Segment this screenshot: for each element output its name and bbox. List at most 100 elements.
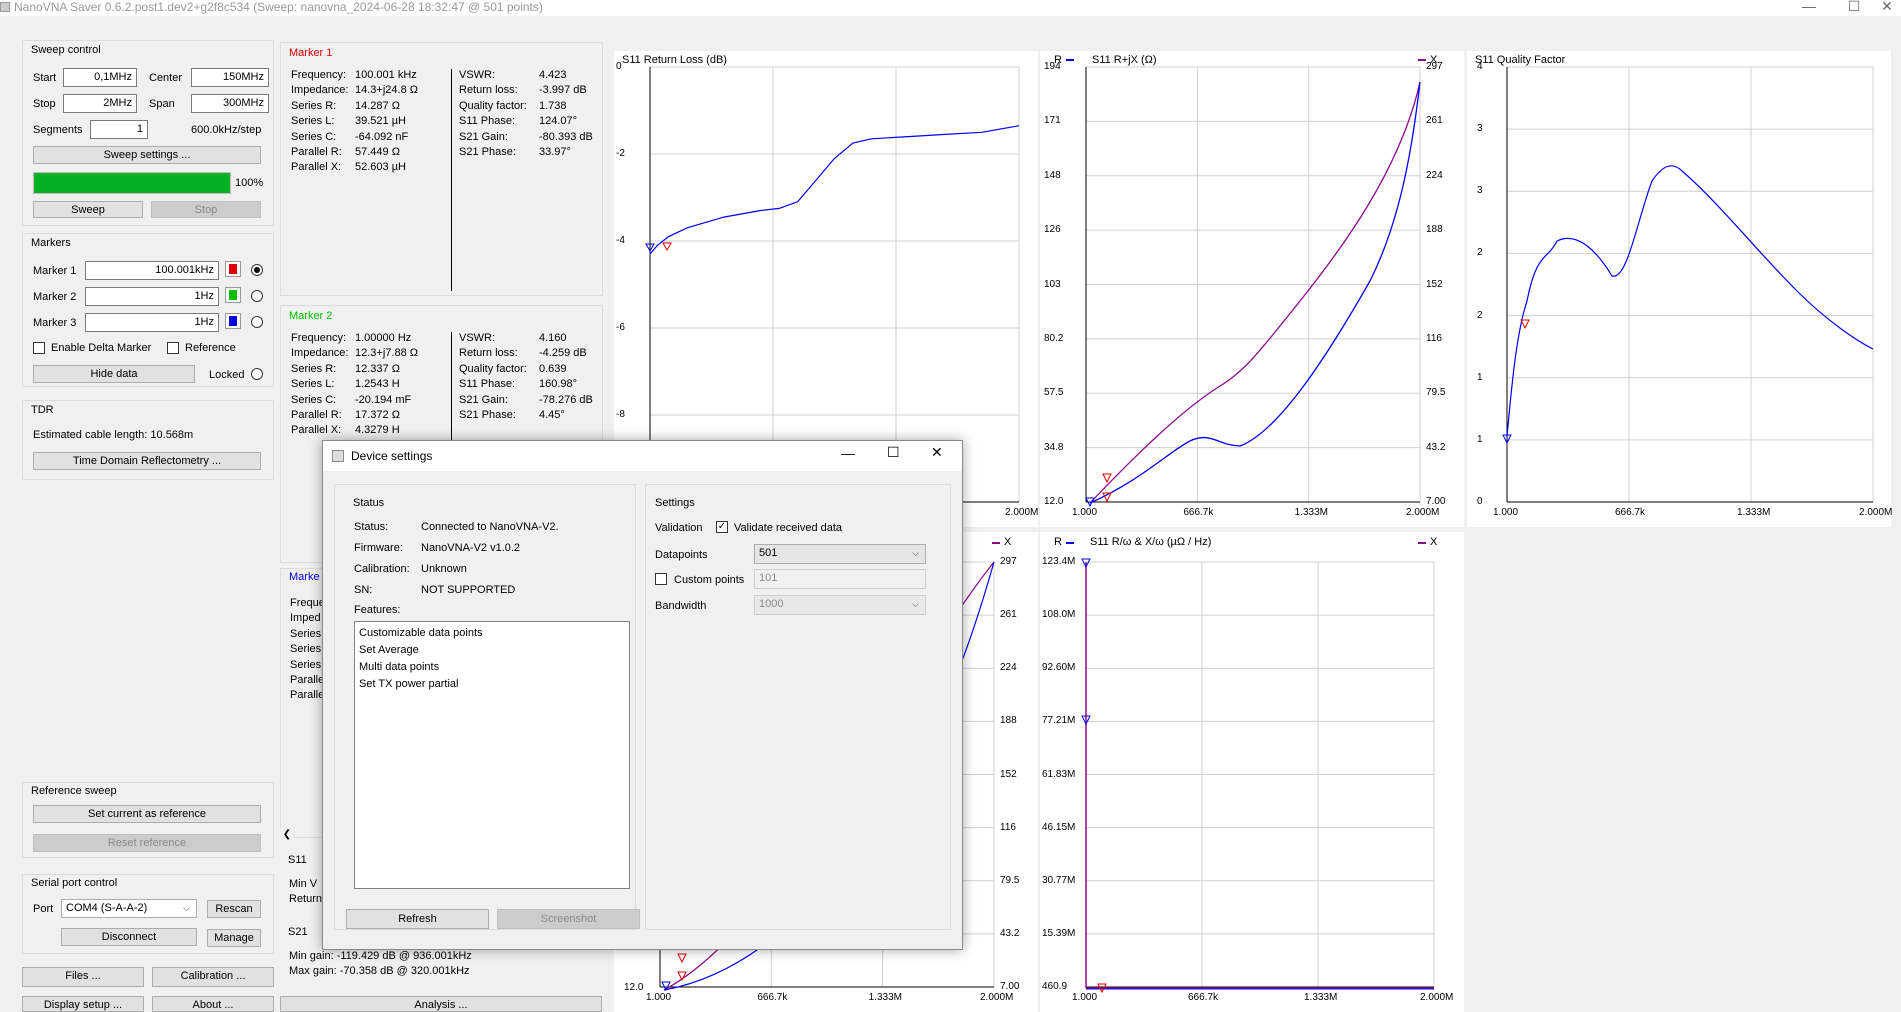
sweep-button[interactable]: Sweep [33, 201, 143, 218]
y-tick-label: 1 [1477, 371, 1483, 383]
bandwidth-value: 1000 [759, 598, 784, 610]
calibration-button[interactable]: Calibration ... [152, 967, 274, 987]
marker-2-field-label: Return loss: [459, 347, 518, 360]
marker-2-field-label: Frequency: [291, 332, 347, 344]
manage-button[interactable]: Manage [207, 929, 261, 947]
marker-1-field-value: 124.07° [539, 115, 578, 128]
custom-points-input[interactable]: 101 [754, 569, 926, 589]
feature-item[interactable]: Multi data points [359, 659, 625, 676]
tdr-button[interactable]: Time Domain Reflectometry ... [33, 452, 261, 470]
markers-group: Markers Marker 1 100.001kHz Marker 2 1Hz… [22, 233, 274, 387]
marker-1-divider [451, 69, 452, 291]
rjx-x-legend-line [1418, 59, 1426, 61]
analysis-button[interactable]: Analysis ... [280, 996, 602, 1012]
custom-points-checkbox[interactable] [655, 573, 667, 585]
rescan-button[interactable]: Rescan [207, 900, 261, 918]
marker-1-field-label: Quality factor: [459, 99, 527, 112]
marker-2-field-value: 4.45° [539, 409, 565, 421]
feature-item[interactable]: Set Average [359, 642, 625, 659]
bandwidth-select[interactable]: 1000 ⌵ [754, 595, 926, 615]
marker-2-field-value: 17.372 Ω [355, 409, 400, 421]
rw-xw-chart[interactable]: R S11 R/ω & X/ω (µΩ / Hz) X 123.4M 108.0M… [1040, 532, 1464, 1012]
y-tick-label: 92.60M [1042, 662, 1076, 674]
dialog-minimize-button[interactable]: — [841, 446, 855, 460]
delta-marker-checkbox[interactable] [33, 342, 45, 354]
rjx-x-curve [1089, 81, 1421, 504]
marker-1-input[interactable]: 100.001kHz [85, 261, 219, 280]
y-tick-label: -8 [616, 409, 625, 420]
marker-1-field-value: 57.449 Ω [355, 146, 400, 158]
y-tick-label: 460.9 [1042, 981, 1068, 992]
chevron-down-icon: ⌵ [183, 903, 190, 913]
screenshot-button[interactable]: Screenshot [497, 909, 640, 929]
sweep-settings-button[interactable]: Sweep settings ... [33, 146, 261, 164]
y-tick-label: 2 [1477, 309, 1483, 321]
span-label: Span [149, 98, 175, 110]
x-tick-label: 666.7k [1183, 507, 1214, 518]
rw-x-legend: X [1430, 536, 1438, 548]
x-tick-label: 1.333M [868, 992, 903, 1003]
display-setup-button[interactable]: Display setup ... [22, 996, 144, 1012]
y-tick-label: 194 [1044, 61, 1061, 72]
feature-item[interactable]: Set TX power partial [359, 676, 625, 693]
marker-3-radio[interactable] [251, 316, 263, 328]
stop-button[interactable]: Stop [151, 201, 261, 218]
marker-3-field-label: Paralle [290, 674, 325, 686]
return-loss-grid [649, 66, 1020, 503]
marker-2-color-button[interactable] [225, 287, 241, 303]
marker-2-field-value: -4.259 dB [539, 347, 587, 360]
segments-label: Segments [33, 124, 83, 136]
locked-radio[interactable] [251, 368, 263, 380]
marker-2-radio[interactable] [251, 290, 263, 302]
close-button[interactable]: ✕ [1864, 0, 1901, 16]
segments-input[interactable]: 1 [90, 120, 148, 139]
reference-checkbox[interactable] [167, 342, 179, 354]
marker-1-radio[interactable] [251, 264, 263, 276]
start-input[interactable]: 0,1MHz [63, 68, 137, 87]
marker-2-field-value: -20.194 mF [355, 393, 412, 406]
disconnect-button[interactable]: Disconnect [61, 928, 197, 946]
rjx-chart[interactable]: R S11 R+jX (Ω) X 194 171 148 126 103 80.2 57.5… [1040, 51, 1464, 527]
s21-summary-title: S21 [288, 926, 308, 938]
center-label: Center [149, 72, 183, 84]
reset-reference-button[interactable]: Reset reference [33, 834, 261, 852]
rjx2-y-bottom: 12.0 [624, 982, 644, 993]
start-label: Start [33, 72, 57, 84]
device-info-label: Status: [354, 521, 389, 533]
dialog-close-button[interactable]: ✕ [931, 445, 943, 459]
marker-2-label: Marker 2 [33, 291, 77, 303]
marker-2-field-label: Series L: [291, 378, 335, 391]
marker-2-input[interactable]: 1Hz [85, 287, 219, 306]
y-tick-label: 103 [1044, 278, 1061, 290]
tdr-group: TDR Estimated cable length: 10.568m Time… [22, 400, 274, 480]
marker-1-field-label: VSWR: [459, 69, 496, 81]
span-input[interactable]: 300MHz [191, 94, 269, 113]
features-list[interactable]: Customizable data points Set Average Multi… [354, 621, 630, 889]
rw-r-legend: R [1054, 536, 1062, 548]
center-input[interactable]: 150MHz [191, 68, 269, 87]
quality-factor-title: S11 Quality Factor [1475, 54, 1566, 66]
custom-points-value: 101 [759, 572, 778, 584]
dialog-maximize-button[interactable]: ☐ [887, 445, 900, 459]
quality-factor-chart[interactable]: S11 Quality Factor 4 3 3 2 2 1 1 0 1.000 666.7k 1… [1467, 51, 1892, 527]
feature-item[interactable]: Customizable data points [359, 625, 625, 642]
files-button[interactable]: Files ... [22, 967, 144, 987]
step-label: 600.0kHz/step [191, 124, 262, 136]
minimize-button[interactable]: — [1786, 0, 1832, 16]
datapoints-select[interactable]: 501 ⌵ [754, 544, 926, 564]
port-select[interactable]: COM4 (S-A-A-2) ⌵ [61, 899, 197, 918]
scroll-left-icon[interactable]: ❮ [280, 828, 294, 842]
about-button[interactable]: About ... [152, 996, 274, 1012]
stop-input[interactable]: 2MHz [63, 94, 137, 113]
refresh-button[interactable]: Refresh [346, 909, 489, 929]
marker-3-color-button[interactable] [225, 313, 241, 329]
marker-3-input[interactable]: 1Hz [85, 313, 219, 332]
validation-label: Validation [655, 522, 703, 534]
sweep-control-group: Sweep control Start 0,1MHz Center 150MHz… [22, 40, 274, 226]
hide-data-button[interactable]: Hide data [33, 365, 195, 383]
validate-checkbox[interactable]: ✓ [716, 521, 728, 533]
marker-1-color-button[interactable] [225, 261, 241, 277]
marker-3-field-label: Paralle [290, 689, 325, 702]
marker-1-field-label: Parallel R: [291, 146, 342, 158]
set-reference-button[interactable]: Set current as reference [33, 805, 261, 823]
